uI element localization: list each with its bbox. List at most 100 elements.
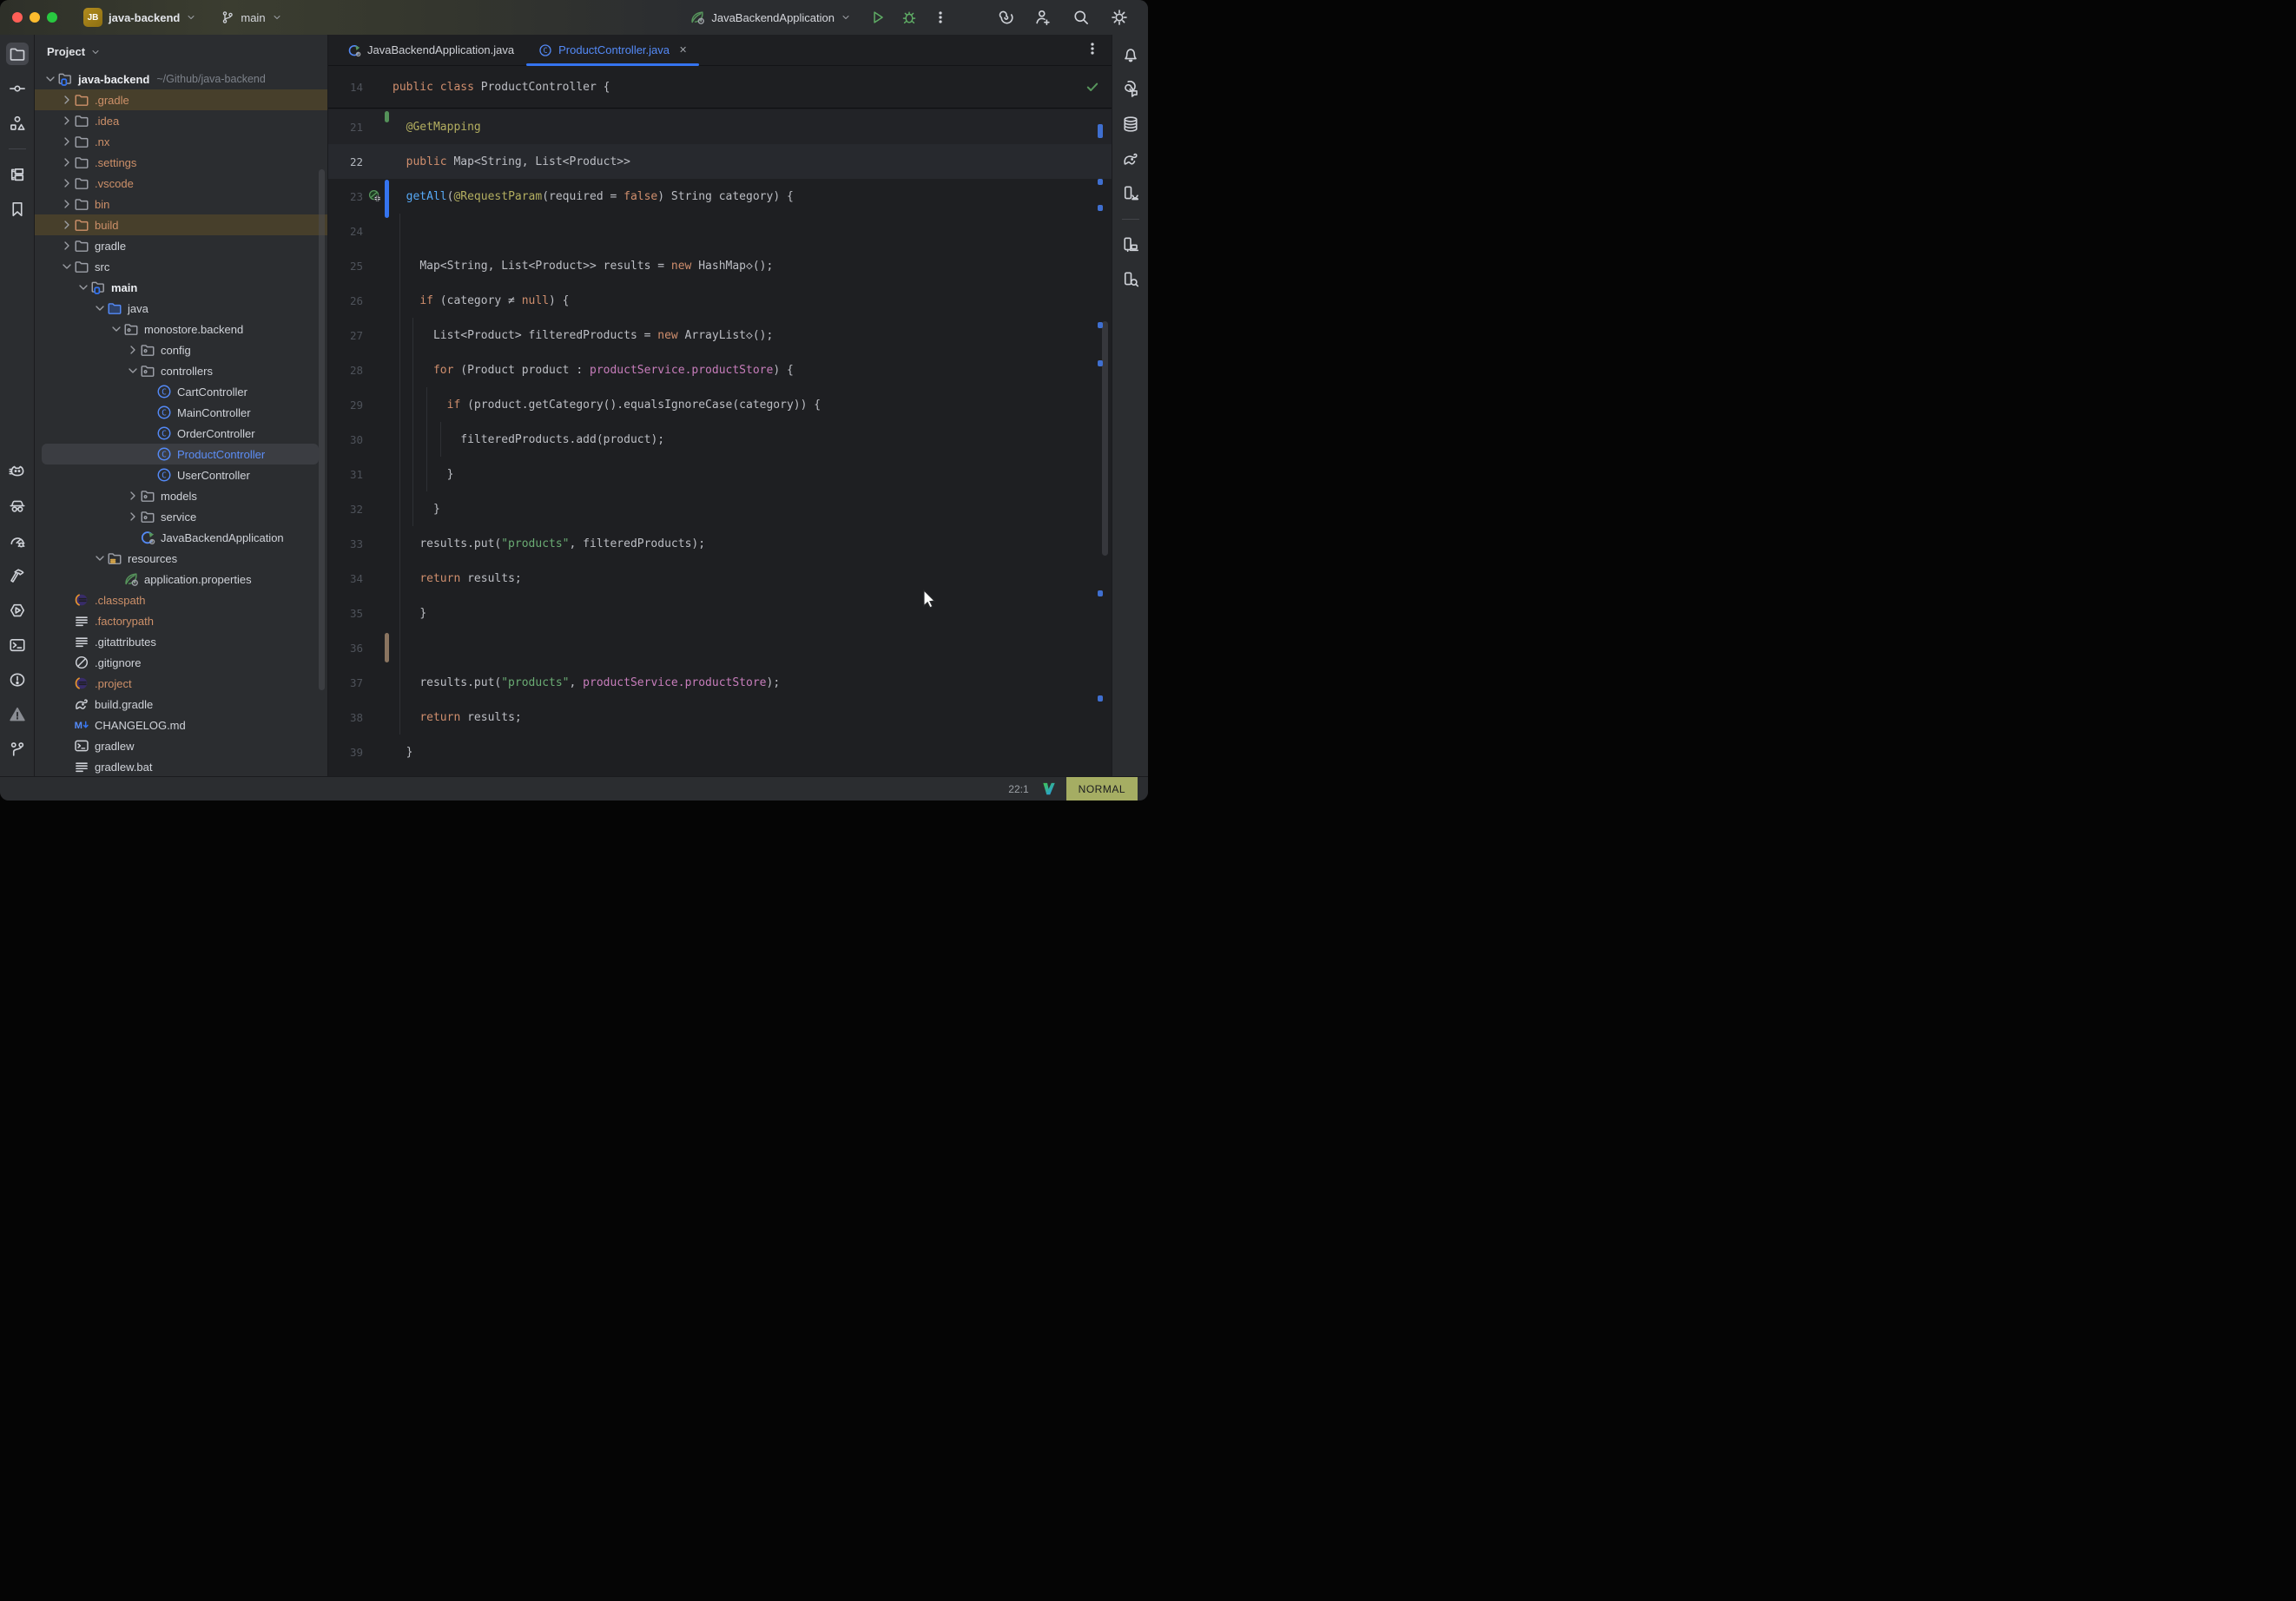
- tool-strip-button-profiler[interactable]: [6, 530, 29, 552]
- line-number[interactable]: 25: [328, 260, 363, 273]
- tool-strip-button-commit[interactable]: [6, 77, 29, 100]
- tree-item-JavaBackendApplication[interactable]: JavaBackendApplication: [35, 527, 327, 548]
- tree-item-config[interactable]: config: [35, 339, 327, 360]
- tool-strip-button-build-tool-window[interactable]: [6, 163, 29, 186]
- line-number[interactable]: 34: [328, 572, 363, 585]
- caret-position[interactable]: 22:1: [1008, 783, 1028, 795]
- code-line-36[interactable]: 36: [328, 630, 1112, 665]
- tab-options-button[interactable]: [1085, 42, 1099, 56]
- code-line-32[interactable]: 32}: [328, 491, 1112, 526]
- line-number[interactable]: 24: [328, 225, 363, 238]
- line-number[interactable]: 37: [328, 676, 363, 689]
- tree-chevron-right-icon[interactable]: [60, 114, 74, 128]
- line-number[interactable]: 21: [328, 121, 363, 134]
- line-number[interactable]: 26: [328, 294, 363, 307]
- branch-selector[interactable]: main: [221, 10, 281, 24]
- tree-item-src[interactable]: src: [35, 256, 327, 277]
- close-tab-icon[interactable]: ✕: [679, 44, 687, 56]
- tool-strip-button-running-devices[interactable]: [1119, 182, 1142, 205]
- code-line-text[interactable]: return results;: [393, 711, 522, 724]
- tree-chevron-right-icon[interactable]: [126, 510, 140, 524]
- tree-chevron-right-icon[interactable]: [60, 197, 74, 211]
- tree-chevron-down-icon[interactable]: [43, 72, 57, 86]
- code-line-22[interactable]: 22 public Map<String, List<Product>>: [328, 144, 1112, 179]
- tree-chevron-down-icon[interactable]: [60, 260, 74, 273]
- analysis-tick[interactable]: [1098, 360, 1103, 366]
- tree-chevron-right-icon[interactable]: [60, 239, 74, 253]
- tree-item-resources[interactable]: resources: [35, 548, 327, 569]
- tool-strip-button-device-manager[interactable]: [1119, 234, 1142, 256]
- settings-button[interactable]: [1108, 6, 1131, 29]
- run-button[interactable]: [867, 6, 889, 29]
- tool-strip-button-database[interactable]: [1119, 113, 1142, 135]
- line-number[interactable]: 39: [328, 746, 363, 759]
- tree-chevron-right-icon[interactable]: [60, 135, 74, 148]
- code-line-text[interactable]: for (Product product : productService.pr…: [393, 364, 794, 377]
- tool-strip-button-bookmarks[interactable]: [6, 198, 29, 221]
- tab-ProductController.java[interactable]: CProductController.java✕: [526, 35, 699, 65]
- tree-chevron-right-icon[interactable]: [60, 155, 74, 169]
- tree-item-gradlew.bat[interactable]: gradlew.bat: [35, 756, 327, 776]
- ai-assistant-button[interactable]: [993, 6, 1016, 29]
- tree-chevron-right-icon[interactable]: [60, 176, 74, 190]
- code-line-text[interactable]: if (product.getCategory().equalsIgnoreCa…: [393, 399, 821, 412]
- tree-item-.factorypath[interactable]: .factorypath: [35, 610, 327, 631]
- analysis-tick[interactable]: [1098, 124, 1103, 138]
- code-line-21[interactable]: 21 @GetMapping: [328, 109, 1112, 144]
- rest-endpoint-icon[interactable]: [368, 189, 382, 203]
- tree-item-OrderController[interactable]: COrderController: [35, 423, 327, 444]
- code-line-31[interactable]: 31}: [328, 457, 1112, 491]
- code-line-38[interactable]: 38 return results;: [328, 700, 1112, 735]
- tree-item-.nx[interactable]: .nx: [35, 131, 327, 152]
- code-line-text[interactable]: @GetMapping: [393, 121, 481, 134]
- tree-item-build.gradle[interactable]: build.gradle: [35, 694, 327, 715]
- tree-item-java[interactable]: java: [35, 298, 327, 319]
- vim-plugin-icon[interactable]: [1041, 781, 1056, 796]
- tree-item-gradle[interactable]: gradle: [35, 235, 327, 256]
- code-line-text[interactable]: }: [393, 607, 426, 620]
- tool-strip-button-gradle[interactable]: [1119, 148, 1142, 170]
- tree-chevron-down-icon[interactable]: [93, 301, 107, 315]
- close-window-button[interactable]: [12, 12, 23, 23]
- tree-item-CartController[interactable]: CCartController: [35, 381, 327, 402]
- line-number[interactable]: 27: [328, 329, 363, 342]
- tool-strip-button-problems[interactable]: [6, 669, 29, 691]
- line-number[interactable]: 22: [328, 155, 363, 168]
- tree-item-build[interactable]: build: [35, 214, 327, 235]
- code-with-me-button[interactable]: [1032, 6, 1054, 29]
- tool-strip-button-notifications-bell[interactable]: [1119, 43, 1142, 66]
- code-line-30[interactable]: 30filteredProducts.add(product);: [328, 422, 1112, 457]
- tree-item-java-backend[interactable]: java-backend~/Github/java-backend: [35, 69, 327, 89]
- search-everywhere-button[interactable]: [1070, 6, 1092, 29]
- code-line-text[interactable]: Map<String, List<Product>> results = new…: [393, 260, 773, 273]
- line-number[interactable]: 29: [328, 399, 363, 412]
- code-line-text[interactable]: filteredProducts.add(product);: [393, 433, 664, 446]
- tree-item-MainController[interactable]: CMainController: [35, 402, 327, 423]
- tree-item-.gitignore[interactable]: .gitignore: [35, 652, 327, 673]
- project-tree-scrollbar[interactable]: [319, 169, 325, 690]
- line-number[interactable]: 38: [328, 711, 363, 724]
- run-configuration-selector[interactable]: JavaBackendApplication: [689, 10, 851, 25]
- tool-strip-button-git[interactable]: [6, 738, 29, 761]
- tree-item-controllers[interactable]: controllers: [35, 360, 327, 381]
- tree-chevron-down-icon[interactable]: [109, 322, 123, 336]
- tool-strip-button-terminal[interactable]: [6, 634, 29, 656]
- code-line-25[interactable]: 25 Map<String, List<Product>> results = n…: [328, 248, 1112, 283]
- code-line-text[interactable]: }: [393, 746, 412, 759]
- tool-strip-button-ai-cat[interactable]: [6, 460, 29, 483]
- code-area[interactable]: 21 @GetMapping 22 public Map<String, List<P…: [328, 109, 1112, 776]
- code-line-33[interactable]: 33results.put("products", filteredProduc…: [328, 526, 1112, 561]
- code-line-text[interactable]: if (category ≠ null) {: [393, 294, 570, 307]
- tree-item-.gitattributes[interactable]: .gitattributes: [35, 631, 327, 652]
- line-number[interactable]: 35: [328, 607, 363, 620]
- editor-scrollbar[interactable]: [1102, 321, 1108, 556]
- vim-mode-badge[interactable]: NORMAL: [1066, 777, 1138, 801]
- tree-chevron-down-icon[interactable]: [93, 551, 107, 565]
- code-line-text[interactable]: public Map<String, List<Product>>: [393, 155, 630, 168]
- debug-button[interactable]: [898, 6, 920, 29]
- analysis-tick[interactable]: [1098, 179, 1103, 185]
- line-number[interactable]: 31: [328, 468, 363, 481]
- line-number[interactable]: 32: [328, 503, 363, 516]
- tree-chevron-right-icon[interactable]: [126, 489, 140, 503]
- line-number[interactable]: 23: [328, 190, 363, 203]
